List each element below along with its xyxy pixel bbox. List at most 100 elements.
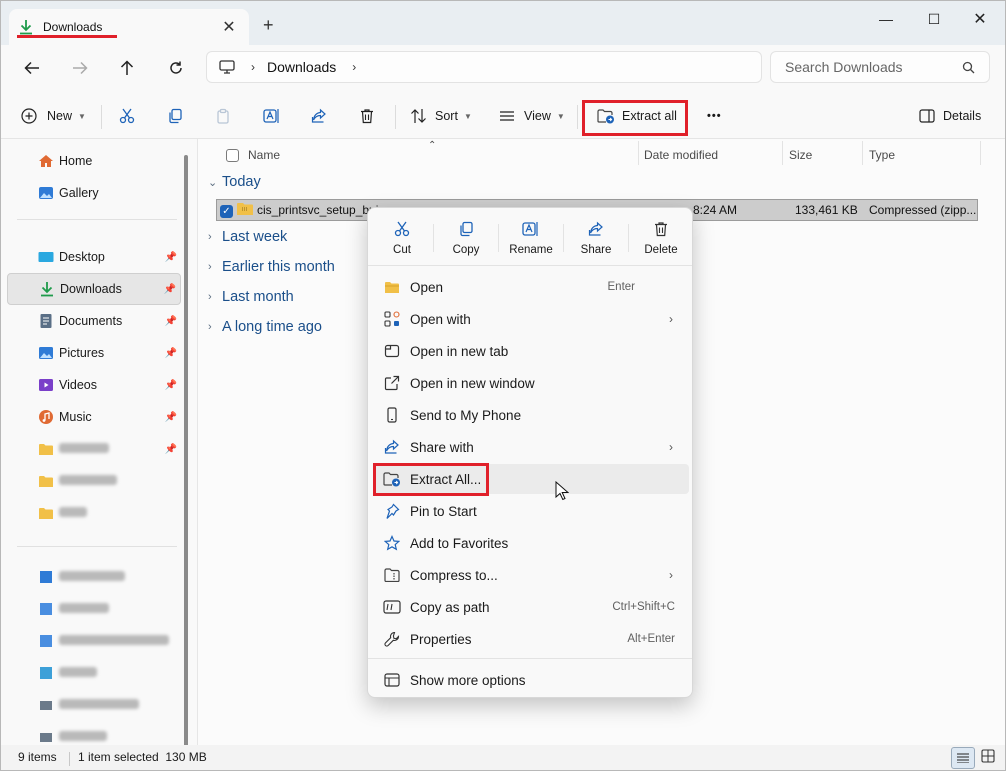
- context-share-button[interactable]: Share: [564, 218, 628, 264]
- pin-icon[interactable]: 📌: [165, 252, 177, 263]
- menu-item-send-to-phone[interactable]: Send to My Phone: [373, 400, 689, 430]
- tiles-view-button[interactable]: [981, 749, 995, 763]
- delete-button[interactable]: [359, 101, 375, 131]
- sidebar-item-documents[interactable]: Documents 📌: [7, 306, 181, 336]
- sidebar-item-drive[interactable]: [7, 562, 181, 592]
- menu-item-open-with[interactable]: Open with ›: [373, 304, 689, 334]
- menu-item-label: Send to My Phone: [410, 407, 522, 423]
- menu-item-pin-to-start[interactable]: Pin to Start: [373, 496, 689, 526]
- sidebar-scrollbar[interactable]: [184, 155, 188, 747]
- menu-item-shortcut: Alt+Enter: [627, 633, 675, 645]
- forward-button[interactable]: [65, 55, 95, 81]
- maximize-button[interactable]: ☐: [911, 7, 957, 31]
- group-label: Earlier this month: [222, 259, 335, 275]
- menu-item-share-with[interactable]: Share with ›: [373, 432, 689, 462]
- column-header-size[interactable]: Size: [789, 143, 812, 167]
- column-header-type[interactable]: Type: [869, 143, 895, 167]
- context-delete-button[interactable]: Delete: [629, 218, 693, 264]
- breadcrumb-downloads[interactable]: Downloads: [267, 59, 336, 75]
- group-header-today[interactable]: ⌄ Today: [208, 174, 261, 190]
- pin-icon[interactable]: 📌: [165, 412, 177, 423]
- details-view-button[interactable]: [951, 747, 975, 769]
- pin-icon[interactable]: 📌: [165, 348, 177, 359]
- pin-icon[interactable]: 📌: [165, 380, 177, 391]
- share-button[interactable]: [311, 101, 327, 131]
- close-button[interactable]: ✕: [957, 7, 1003, 31]
- details-pane-button[interactable]: Details: [919, 101, 981, 131]
- folder-icon: [37, 505, 55, 521]
- menu-item-add-favorites[interactable]: Add to Favorites: [373, 528, 689, 558]
- sidebar-item-drive[interactable]: [7, 690, 181, 720]
- sidebar-item-folder[interactable]: 📌: [7, 434, 181, 464]
- context-menu-actions: Cut Copy Rename Share Delete: [368, 208, 692, 266]
- context-cut-button[interactable]: Cut: [370, 218, 434, 264]
- column-divider[interactable]: [980, 141, 981, 165]
- tab-downloads[interactable]: Downloads ✕: [9, 9, 249, 45]
- search-input[interactable]: Search Downloads: [770, 51, 990, 83]
- column-divider[interactable]: [638, 141, 639, 165]
- sidebar-item-downloads[interactable]: Downloads 📌: [7, 273, 181, 305]
- file-size: 133,461 KB: [795, 203, 858, 217]
- group-header-long-time-ago[interactable]: › A long time ago: [208, 319, 322, 335]
- menu-item-copy-as-path[interactable]: Copy as path Ctrl+Shift+C: [373, 592, 689, 622]
- context-copy-button[interactable]: Copy: [434, 218, 498, 264]
- address-bar[interactable]: › Downloads ›: [206, 51, 762, 83]
- menu-item-label: Add to Favorites: [410, 535, 509, 551]
- breadcrumb-chevron-icon[interactable]: ›: [251, 60, 255, 74]
- sidebar-item-home[interactable]: Home: [7, 146, 181, 176]
- zip-folder-icon: [236, 202, 254, 216]
- sidebar-item-folder[interactable]: [7, 498, 181, 528]
- column-header-date[interactable]: Date modified: [644, 143, 718, 167]
- sidebar-item-pictures[interactable]: Pictures 📌: [7, 338, 181, 368]
- group-header-last-week[interactable]: › Last week: [208, 229, 287, 245]
- rename-button[interactable]: [263, 101, 281, 131]
- sidebar-item-drive[interactable]: [7, 658, 181, 688]
- file-name: cis_printsvc_setup_bui: [257, 203, 379, 217]
- sidebar-item-desktop[interactable]: Desktop 📌: [7, 242, 181, 272]
- sort-ascending-icon: ⌃: [428, 139, 437, 151]
- group-header-last-month[interactable]: › Last month: [208, 289, 294, 305]
- select-all-checkbox[interactable]: [226, 143, 239, 167]
- sidebar-item-drive[interactable]: [7, 626, 181, 656]
- sidebar-item-drive[interactable]: [7, 594, 181, 624]
- pin-icon[interactable]: 📌: [165, 444, 177, 455]
- menu-item-open-new-window[interactable]: Open in new window: [373, 368, 689, 398]
- minimize-button[interactable]: —: [863, 7, 909, 31]
- menu-item-properties[interactable]: Properties Alt+Enter: [373, 624, 689, 654]
- menu-item-open[interactable]: Open Enter: [373, 272, 689, 302]
- menu-item-open-new-tab[interactable]: Open in new tab: [373, 336, 689, 366]
- breadcrumb-chevron-icon[interactable]: ›: [352, 60, 356, 74]
- selection-info: 1 item selected 130 MB: [78, 750, 207, 764]
- new-button[interactable]: New ▼: [21, 101, 86, 131]
- sidebar-item-gallery[interactable]: Gallery: [7, 178, 181, 208]
- row-checkbox[interactable]: ✓: [220, 203, 233, 218]
- pin-icon[interactable]: 📌: [164, 284, 176, 295]
- refresh-button[interactable]: [161, 55, 191, 81]
- details-view-icon: [957, 753, 969, 763]
- menu-item-compress-to[interactable]: Compress to... ›: [373, 560, 689, 590]
- pin-icon[interactable]: 📌: [165, 316, 177, 327]
- tab-title: Downloads: [43, 20, 103, 34]
- sort-button[interactable]: Sort ▼: [410, 101, 472, 131]
- copy-button[interactable]: [167, 101, 183, 131]
- paste-button[interactable]: [215, 101, 231, 131]
- plus-circle-icon: [21, 108, 37, 124]
- more-options-button[interactable]: •••: [707, 101, 722, 131]
- new-tab-button[interactable]: +: [263, 15, 274, 36]
- tab-close-icon[interactable]: ✕: [219, 17, 239, 37]
- sidebar-item-videos[interactable]: Videos 📌: [7, 370, 181, 400]
- chevron-right-icon: ›: [208, 261, 212, 273]
- column-header-name[interactable]: Name: [248, 143, 280, 167]
- back-button[interactable]: [17, 55, 47, 81]
- sidebar-item-music[interactable]: Music 📌: [7, 402, 181, 432]
- column-divider[interactable]: [862, 141, 863, 165]
- column-divider[interactable]: [782, 141, 783, 165]
- menu-item-show-more-options[interactable]: Show more options: [373, 665, 689, 695]
- tab-highlight-underline: [17, 35, 117, 38]
- context-rename-button[interactable]: Rename: [499, 218, 563, 264]
- up-button[interactable]: [112, 55, 142, 81]
- group-header-earlier-this-month[interactable]: › Earlier this month: [208, 259, 335, 275]
- cut-button[interactable]: [119, 101, 135, 131]
- view-button[interactable]: View ▼: [499, 101, 565, 131]
- sidebar-item-folder[interactable]: [7, 466, 181, 496]
